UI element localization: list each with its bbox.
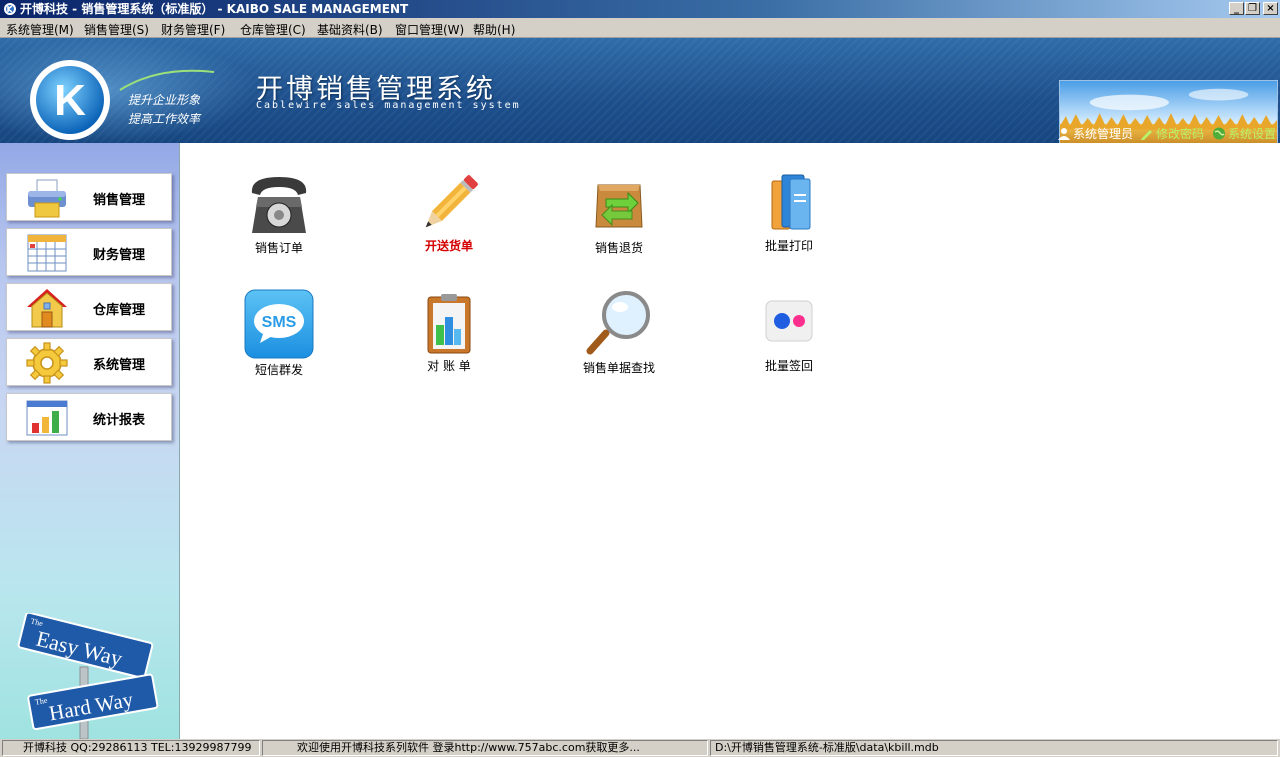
menu-window[interactable]: 窗口管理(W) bbox=[395, 21, 464, 38]
user-link-label: 系统管理员 bbox=[1073, 127, 1134, 141]
house-icon bbox=[27, 289, 67, 328]
restore-button[interactable]: ❐ bbox=[1245, 2, 1260, 15]
user-link[interactable]: 系统管理员 bbox=[1057, 125, 1133, 142]
street-sign-image: The Easy Way The Hard Way bbox=[17, 613, 159, 739]
sidebar-item-label: 财务管理 bbox=[93, 248, 146, 263]
sidebar-item-finance[interactable]: 财务管理 bbox=[6, 228, 172, 276]
telephone-icon bbox=[251, 177, 307, 233]
change-password-label: 修改密码 bbox=[1156, 127, 1205, 141]
tile-label: 销售单据查找 bbox=[582, 361, 655, 375]
main-content: 销售订单 开送货单 销售退货 批量打印 SMS 短信群发 对 账 单 销售单据查… bbox=[181, 143, 1280, 739]
printer-icon bbox=[28, 179, 66, 218]
tile-batch-print[interactable]: 批量打印 bbox=[729, 171, 849, 271]
sidebar-item-label: 系统管理 bbox=[93, 358, 146, 373]
menu-sales[interactable]: 销售管理(S) bbox=[84, 21, 149, 38]
slogan-line1: 提升企业形象 bbox=[128, 93, 201, 107]
tile-label: 短信群发 bbox=[254, 363, 303, 377]
menu-system[interactable]: 系统管理(M) bbox=[6, 21, 74, 38]
sidebar-item-label: 销售管理 bbox=[93, 193, 146, 208]
window-title: 开博科技 - 销售管理系统（标准版） - KAIBO SALE MANAGEME… bbox=[20, 2, 409, 16]
dots-icon bbox=[765, 300, 813, 342]
svg-text:SMS: SMS bbox=[262, 314, 297, 331]
tile-statement[interactable]: 对 账 单 bbox=[389, 291, 509, 391]
tile-label: 对 账 单 bbox=[427, 359, 471, 373]
tile-label: 销售退货 bbox=[594, 241, 643, 255]
status-welcome: 欢迎使用开博科技系列软件 登录http://www.757abc.com获取更多… bbox=[262, 740, 708, 756]
sidebar-item-reports[interactable]: 统计报表 bbox=[6, 393, 172, 441]
settings-label: 系统设置 bbox=[1228, 127, 1277, 141]
menu-help[interactable]: 帮助(H) bbox=[473, 21, 515, 38]
sidebar-item-warehouse[interactable]: 仓库管理 bbox=[6, 283, 172, 331]
title-bar: 开博科技 - 销售管理系统（标准版） - KAIBO SALE MANAGEME… bbox=[0, 0, 1280, 18]
close-button[interactable]: × bbox=[1263, 2, 1278, 15]
tile-label: 销售订单 bbox=[254, 241, 303, 255]
menu-basic-data[interactable]: 基础资料(B) bbox=[317, 21, 383, 38]
tile-sales-search[interactable]: 销售单据查找 bbox=[559, 289, 679, 389]
folders-icon bbox=[771, 174, 811, 230]
pencil-icon bbox=[425, 175, 478, 228]
user-icon bbox=[1058, 128, 1070, 140]
change-password-link[interactable]: 修改密码 bbox=[1140, 125, 1204, 142]
status-bar: 开博科技 QQ:29286113 TEL:13929987799 欢迎使用开博科… bbox=[0, 739, 1280, 757]
sidebar-item-system[interactable]: 系统管理 bbox=[6, 338, 172, 386]
return-box-icon bbox=[595, 184, 643, 228]
slogan-line2: 提高工作效率 bbox=[128, 112, 201, 126]
tile-sales-return[interactable]: 销售退货 bbox=[559, 171, 679, 271]
swoosh-decoration bbox=[119, 69, 215, 91]
sidebar-item-label: 统计报表 bbox=[93, 413, 146, 428]
tile-label: 批量签回 bbox=[764, 359, 813, 373]
tile-sales-order[interactable]: 销售订单 bbox=[219, 171, 339, 271]
app-icon bbox=[4, 3, 16, 15]
sidebar-item-label: 仓库管理 bbox=[93, 303, 146, 318]
globe-icon bbox=[1213, 127, 1225, 140]
tile-label: 开送货单 bbox=[424, 239, 473, 253]
sidebar: 销售管理 财务管理 仓库管理 系统管理 统计报表 The Easy Way Th… bbox=[0, 143, 180, 739]
magnifier-icon bbox=[586, 291, 650, 355]
gear-icon bbox=[26, 342, 68, 384]
sidebar-item-sales[interactable]: 销售管理 bbox=[6, 173, 172, 221]
company-logo: K bbox=[30, 60, 110, 140]
clipboard-chart-icon bbox=[427, 294, 471, 354]
calendar-grid-icon bbox=[27, 234, 67, 272]
minimize-button[interactable]: _ bbox=[1229, 2, 1244, 15]
menu-finance[interactable]: 财务管理(F) bbox=[161, 21, 225, 38]
tile-batch-signback[interactable]: 批量签回 bbox=[729, 291, 849, 391]
menu-bar: 系统管理(M) 销售管理(S) 财务管理(F) 仓库管理(C) 基础资料(B) … bbox=[0, 18, 1280, 38]
pencil-small-icon bbox=[1141, 130, 1152, 140]
bar-chart-icon bbox=[26, 400, 68, 436]
menu-warehouse[interactable]: 仓库管理(C) bbox=[240, 21, 306, 38]
status-db-path: D:\开博销售管理系统-标准版\data\kbill.mdb bbox=[710, 740, 1278, 756]
status-company: 开博科技 QQ:29286113 TEL:13929987799 bbox=[2, 740, 260, 756]
sms-icon: SMS bbox=[244, 289, 314, 359]
tile-delivery-note[interactable]: 开送货单 bbox=[389, 171, 509, 271]
app-subtitle: Cablewire sales management system bbox=[256, 100, 521, 111]
svg-text:K: K bbox=[54, 76, 86, 125]
tile-sms-broadcast[interactable]: SMS 短信群发 bbox=[219, 289, 339, 389]
settings-link[interactable]: 系统设置 bbox=[1212, 125, 1276, 142]
tile-label: 批量打印 bbox=[764, 239, 813, 253]
